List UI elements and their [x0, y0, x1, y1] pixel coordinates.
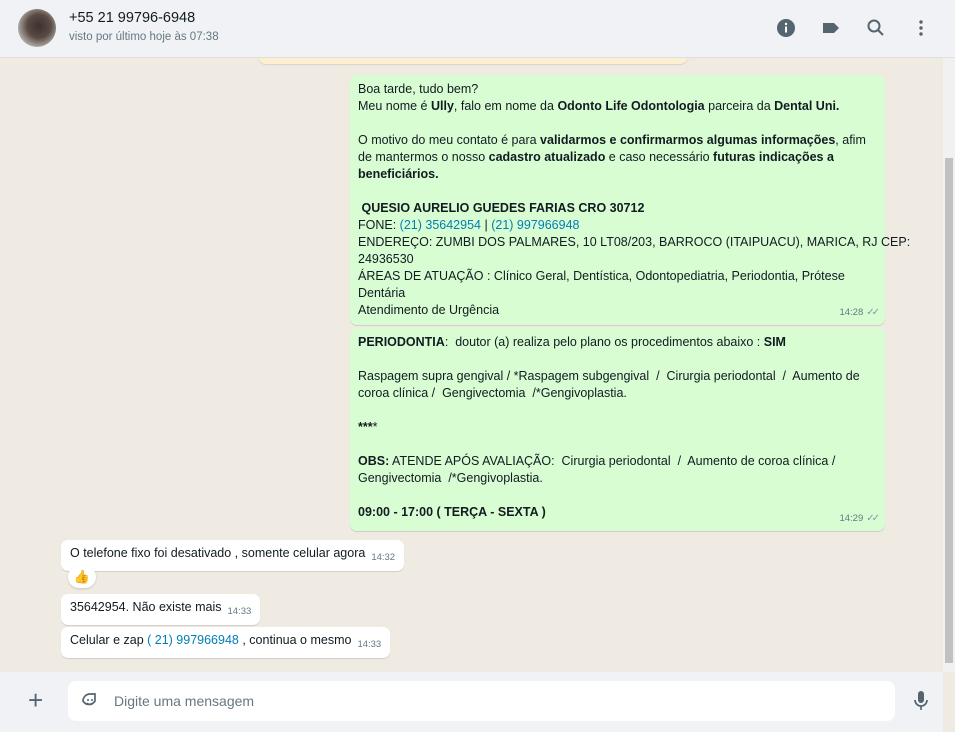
- message-line: [358, 183, 877, 200]
- text-segment: Raspagem supra gengival / *Raspagem subg…: [358, 369, 860, 383]
- message-text: PERIODONTIA: doutor (a) realiza pelo pla…: [358, 334, 877, 521]
- message-line: Raspagem supra gengival / *Raspagem subg…: [358, 368, 877, 385]
- text-segment: Boa tarde, tudo bem?: [358, 82, 479, 96]
- scrollbar[interactable]: [943, 58, 955, 672]
- text-segment: 09:00 - 17:00 ( TERÇA - SEXTA ): [358, 505, 546, 519]
- text-segment: coroa clínica / Gengivectomia /*Gengivop…: [358, 386, 627, 400]
- scrollbar-thumb[interactable]: [945, 158, 953, 663]
- last-seen-status: visto por último hoje às 07:38: [69, 31, 219, 43]
- message-line: PERIODONTIA: doutor (a) realiza pelo pla…: [358, 334, 877, 351]
- text-segment: ATENDE APÓS AVALIAÇÃO: Cirurgia periodon…: [389, 454, 836, 468]
- message-line: Gengivectomia /*Gengivoplastia.: [358, 470, 877, 487]
- text-segment: Gengivectomia /*Gengivoplastia.: [358, 471, 543, 485]
- text-segment: Atendimento de Urgência: [358, 303, 500, 317]
- attach-plus-icon[interactable]: +: [28, 687, 43, 713]
- text-segment: PERIODONTIA: [358, 335, 445, 349]
- phone-link[interactable]: (21) 997966948: [491, 218, 579, 232]
- text-segment: QUESIO AURELIO GUEDES FARIAS CRO 30712: [358, 201, 645, 215]
- text-segment: Meu nome é: [358, 99, 431, 113]
- text-segment: Dentária: [358, 286, 406, 300]
- text-segment: parceira da: [704, 99, 775, 113]
- message-text: 35642954. Não existe mais: [70, 600, 222, 614]
- incoming-message[interactable]: O telefone fixo foi desativado , somente…: [61, 540, 405, 571]
- search-icon[interactable]: [866, 18, 886, 38]
- message-line: ÁREAS DE ATUAÇÃO : Clínico Geral, Dentís…: [358, 268, 877, 285]
- message-time: 14:33: [227, 606, 252, 617]
- avatar[interactable]: [18, 9, 56, 47]
- text-segment: : doutor (a) realiza pelo plano os proce…: [444, 335, 764, 349]
- message-text: O telefone fixo foi desativado , somente…: [70, 546, 366, 560]
- message-line: [358, 351, 877, 368]
- text-segment: de mantermos o nosso: [358, 150, 489, 164]
- double-check-icon: ✓✓: [866, 513, 880, 524]
- text-segment: ***: [358, 420, 373, 434]
- message-text: Celular e zap: [70, 633, 148, 647]
- text-segment: O motivo do meu contato é para: [358, 133, 541, 147]
- message-line: ****: [358, 419, 877, 436]
- message-line: de mantermos o nosso cadastro atualizado…: [358, 149, 877, 166]
- message-line: OBS: ATENDE APÓS AVALIAÇÃO: Cirurgia per…: [358, 453, 877, 470]
- message-line: FONE: (21) 35642954 | (21) 997966948: [358, 217, 877, 234]
- message-line: ENDEREÇO: ZUMBI DOS PALMARES, 10 LT08/20…: [358, 234, 910, 251]
- double-check-icon: ✓✓: [866, 307, 880, 318]
- text-segment: *: [372, 420, 378, 434]
- message-time: 14:33: [357, 639, 382, 650]
- message-line: coroa clínica / Gengivectomia /*Gengivop…: [358, 385, 877, 402]
- incoming-message[interactable]: 35642954. Não existe mais 14:33: [61, 594, 261, 625]
- text-segment: FONE:: [358, 218, 400, 232]
- text-segment: beneficiários.: [358, 167, 439, 181]
- text-segment: SIM: [763, 335, 786, 349]
- text-segment: OBS:: [358, 454, 390, 468]
- text-segment: e caso necessário: [605, 150, 714, 164]
- message-time: 14:32: [371, 552, 396, 563]
- message-time: 14:28 ✓✓: [839, 307, 880, 318]
- message-time: 14:29 ✓✓: [839, 513, 880, 524]
- message-line: [358, 115, 877, 132]
- menu-icon[interactable]: [911, 18, 931, 38]
- message-line: O motivo do meu contato é para validarmo…: [358, 132, 877, 149]
- message-line: QUESIO AURELIO GUEDES FARIAS CRO 30712: [358, 200, 877, 217]
- message-line: beneficiários.: [358, 166, 877, 183]
- microphone-icon[interactable]: [911, 690, 931, 712]
- message-line: Boa tarde, tudo bem?: [358, 81, 877, 98]
- text-segment: , falo em nome da: [453, 99, 558, 113]
- message-list: Boa tarde, tudo bem? Meu nome é Ully, fal…: [0, 58, 943, 672]
- text-segment: validarmos e confirmarmos algumas inform…: [540, 133, 836, 147]
- outgoing-message[interactable]: Boa tarde, tudo bem? Meu nome é Ully, fal…: [350, 75, 910, 325]
- message-line: Atendimento de Urgência: [358, 302, 877, 319]
- text-segment: 24936530: [358, 252, 414, 266]
- phone-link[interactable]: ( 21) 997966948: [147, 633, 239, 647]
- message-input[interactable]: Digite uma mensagem: [68, 681, 895, 721]
- incoming-message[interactable]: Celular e zap ( 21) 997966948 , continua…: [61, 627, 391, 658]
- text-segment: cadastro atualizado: [488, 150, 606, 164]
- label-icon[interactable]: [821, 18, 841, 38]
- thumbs-up-reaction[interactable]: 👍: [68, 566, 96, 588]
- message-line: Meu nome é Ully, falo em nome da Odonto …: [358, 98, 877, 115]
- composer: + Digite uma mensagem: [0, 672, 943, 732]
- phone-link[interactable]: (21) 35642954: [400, 218, 481, 232]
- text-segment: |: [481, 218, 492, 232]
- info-icon[interactable]: [776, 18, 796, 38]
- message-line: [358, 487, 877, 504]
- chat-header: +55 21 99796-6948 visto por último hoje …: [0, 0, 955, 58]
- text-segment: Dental Uni.: [774, 99, 840, 113]
- text-segment: Odonto Life Odontologia: [557, 99, 705, 113]
- message-placeholder: Digite uma mensagem: [114, 693, 255, 709]
- message-line: 09:00 - 17:00 ( TERÇA - SEXTA ): [358, 504, 877, 521]
- encryption-notice-bubble: [258, 58, 688, 64]
- text-segment: , afim: [835, 133, 866, 147]
- outgoing-message[interactable]: PERIODONTIA: doutor (a) realiza pelo pla…: [350, 328, 885, 531]
- message-line: [358, 402, 877, 419]
- text-segment: futuras indicações a: [713, 150, 834, 164]
- message-line: [358, 436, 877, 453]
- message-line: 24936530: [358, 251, 877, 268]
- contact-name[interactable]: +55 21 99796-6948: [69, 10, 195, 26]
- text-segment: ÁREAS DE ATUAÇÃO : Clínico Geral, Dentís…: [358, 269, 845, 283]
- text-segment: ENDEREÇO: ZUMBI DOS PALMARES, 10 LT08/20…: [358, 235, 911, 249]
- message-text: , continua o mesmo: [238, 633, 352, 647]
- message-text: Boa tarde, tudo bem? Meu nome é Ully, fal…: [358, 81, 910, 319]
- text-segment: Ully: [430, 99, 454, 113]
- sticker-emoji-icon[interactable]: [80, 691, 100, 711]
- message-line: Dentária: [358, 285, 877, 302]
